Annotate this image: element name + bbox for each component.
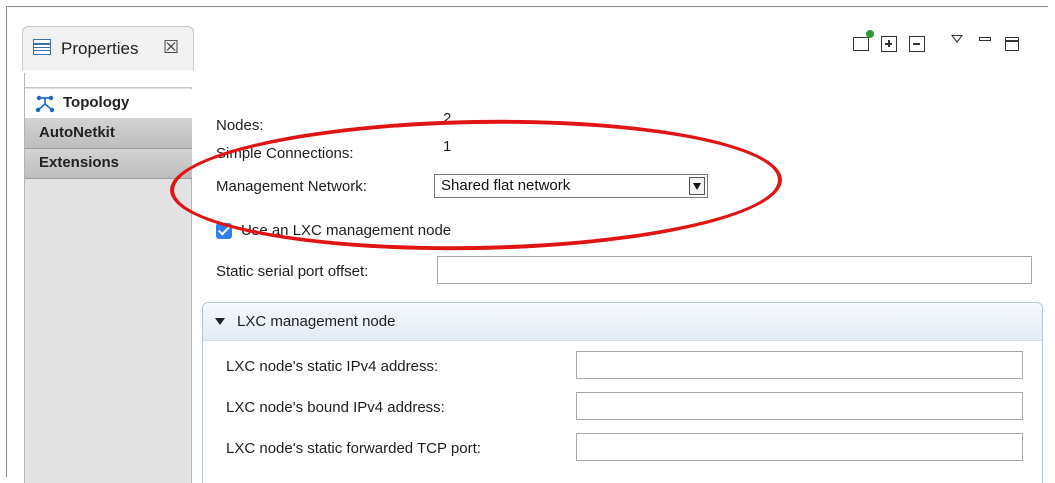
expand-all-icon[interactable] — [881, 36, 897, 52]
tab-autonetkit[interactable]: AutoNetkit — [25, 119, 192, 149]
management-network-select[interactable]: Shared flat network — [434, 174, 708, 198]
tcp-port-input[interactable] — [576, 433, 1023, 461]
tab-topology-label: Topology — [63, 94, 130, 111]
tab-extensions[interactable]: Extensions — [25, 149, 192, 179]
lxc-section-header[interactable]: LXC management node — [203, 303, 1042, 341]
dropdown-arrow-icon[interactable] — [689, 177, 705, 195]
bound-ipv4-input[interactable] — [576, 392, 1023, 420]
minimize-icon[interactable] — [979, 37, 991, 41]
management-network-value: Shared flat network — [441, 177, 571, 194]
tab-extensions-label: Extensions — [39, 154, 120, 171]
serial-port-offset-input[interactable] — [437, 256, 1032, 284]
lxc-management-checkbox-label: Use an LXC management node — [241, 222, 452, 239]
collapse-all-icon[interactable] — [909, 36, 925, 52]
lxc-section-title: LXC management node — [237, 313, 396, 330]
nodes-value: 2 — [443, 110, 452, 127]
nodes-label: Nodes: — [216, 117, 264, 134]
connections-label: Simple Connections: — [216, 145, 354, 162]
table-icon — [33, 39, 51, 55]
management-network-label: Management Network: — [216, 178, 367, 195]
bound-ipv4-label: LXC node's bound IPv4 address: — [226, 399, 445, 416]
tab-topology[interactable]: Topology — [25, 89, 192, 119]
pin-to-view-icon[interactable] — [853, 30, 874, 51]
collapse-triangle-icon[interactable] — [215, 318, 225, 325]
tcp-port-label: LXC node's static forwarded TCP port: — [226, 440, 481, 457]
properties-view-tab[interactable]: Properties ☒ — [22, 26, 194, 70]
tab-autonetkit-label: AutoNetkit — [39, 124, 115, 141]
close-icon[interactable]: ☒ — [163, 37, 179, 58]
static-ipv4-label: LXC node's static IPv4 address: — [226, 358, 439, 375]
view-tab-title: Properties — [61, 39, 139, 58]
section-tabs: Topology AutoNetkit Extensions — [24, 73, 192, 483]
topology-icon — [35, 95, 55, 113]
serial-port-offset-label: Static serial port offset: — [216, 263, 369, 280]
view-menu-icon[interactable] — [951, 35, 963, 43]
connections-value: 1 — [443, 138, 452, 155]
static-ipv4-input[interactable] — [576, 351, 1023, 379]
view-toolbar — [853, 30, 1023, 55]
lxc-management-checkbox[interactable] — [216, 223, 232, 239]
maximize-icon[interactable] — [1005, 37, 1019, 51]
